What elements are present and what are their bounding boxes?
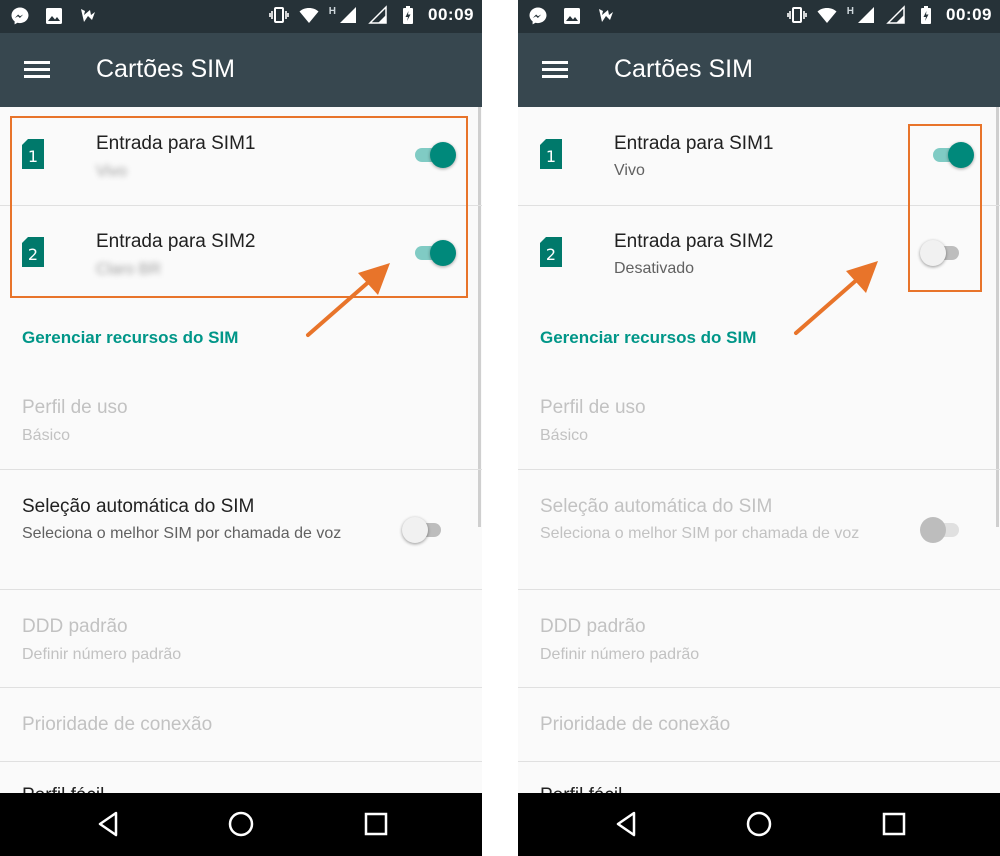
sim1-toggle[interactable] [930, 140, 978, 170]
clock: 00:09 [428, 5, 474, 24]
network-type-label: H [328, 5, 337, 17]
app-bar: Cartões SIM [0, 33, 482, 107]
sim2-row[interactable]: 2 Entrada para SIM2 Desativado [518, 205, 1000, 303]
auto-select-subtitle: Seleciona o melhor SIM por chamada de vo… [22, 525, 342, 542]
default-ddd-title: DDD padrão [540, 616, 646, 637]
status-bar: H 00:09 [0, 0, 482, 33]
sim2-title: Entrada para SIM2 [96, 231, 256, 252]
recents-icon[interactable] [361, 809, 391, 839]
home-icon[interactable] [744, 809, 774, 839]
sim-card-icon: 1 [540, 139, 562, 169]
navigation-bar [518, 793, 1000, 856]
app-bar: Cartões SIM [518, 33, 1000, 107]
usage-profile-title: Perfil de uso [22, 397, 128, 418]
image-icon [562, 6, 582, 26]
usage-profile-subtitle: Básico [540, 427, 589, 444]
divider [518, 761, 1000, 762]
svg-text:1: 1 [546, 147, 556, 166]
usage-profile-title: Perfil de uso [540, 397, 646, 418]
wifi-icon [299, 5, 319, 25]
sim1-title: Entrada para SIM1 [96, 133, 256, 154]
network-type-label: H [846, 5, 855, 17]
sim2-row[interactable]: 2 Entrada para SIM2 Claro BR [0, 205, 482, 303]
battery-icon [916, 5, 936, 25]
sim-card-icon: 1 [22, 139, 44, 169]
default-ddd-subtitle: Definir número padrão [540, 646, 700, 663]
svg-text:1: 1 [28, 147, 38, 166]
settings-list: 1 Entrada para SIM1 Vivo 2 Entrada para … [0, 107, 482, 806]
sim1-carrier: Vivo [96, 163, 127, 180]
menu-icon[interactable] [542, 57, 570, 81]
back-icon[interactable] [612, 809, 642, 839]
svg-text:2: 2 [28, 245, 38, 264]
sim-card-icon: 2 [540, 237, 562, 267]
page-title: Cartões SIM [96, 55, 235, 83]
manage-sim-resources-link[interactable]: Gerenciar recursos do SIM [22, 328, 238, 348]
clock: 00:09 [946, 5, 992, 24]
connection-priority-title: Prioridade de conexão [540, 714, 731, 735]
divider [0, 687, 482, 688]
vibrate-icon [786, 5, 807, 25]
sim1-toggle[interactable] [412, 140, 460, 170]
sim2-status: Desativado [614, 260, 695, 277]
signal-icon [338, 5, 358, 25]
svg-text:2: 2 [546, 245, 556, 264]
navigation-bar [0, 793, 482, 856]
phone-screen-left: H 00:09 Cartões SIM 1 Entrada para SIM1 [0, 0, 482, 856]
sim2-title: Entrada para SIM2 [614, 231, 774, 252]
connection-priority-title: Prioridade de conexão [22, 714, 213, 735]
signal-icon [856, 5, 876, 25]
sim1-row[interactable]: 1 Entrada para SIM1 Vivo [518, 107, 1000, 205]
phone-screen-right: H 00:09 Cartões SIM 1 Entrada para SIM1 [518, 0, 1000, 856]
auto-select-toggle[interactable] [402, 515, 450, 545]
divider [0, 761, 482, 762]
sim2-toggle[interactable] [920, 238, 968, 268]
status-bar: H 00:09 [518, 0, 1000, 33]
sim1-carrier: Vivo [614, 162, 645, 179]
notification-icon [596, 6, 616, 26]
auto-select-subtitle: Seleciona o melhor SIM por chamada de vo… [540, 525, 860, 542]
auto-select-title[interactable]: Seleção automática do SIM [22, 496, 254, 518]
auto-select-toggle [920, 515, 968, 545]
menu-icon[interactable] [24, 57, 52, 81]
signal-icon [886, 5, 906, 25]
battery-icon [398, 5, 418, 25]
messenger-icon [528, 6, 548, 26]
sim2-toggle[interactable] [412, 238, 460, 268]
sim-card-icon: 2 [22, 237, 44, 267]
sim2-carrier: Claro BR [96, 261, 161, 278]
vibrate-icon [268, 5, 289, 25]
default-ddd-subtitle: Definir número padrão [22, 646, 182, 663]
divider [0, 469, 482, 470]
image-icon [44, 6, 64, 26]
wifi-icon [817, 5, 837, 25]
divider [518, 469, 1000, 470]
settings-list: 1 Entrada para SIM1 Vivo 2 Entrada para … [518, 107, 1000, 806]
home-icon[interactable] [226, 809, 256, 839]
sim1-title: Entrada para SIM1 [614, 133, 774, 154]
sim1-row[interactable]: 1 Entrada para SIM1 Vivo [0, 107, 482, 205]
recents-icon[interactable] [879, 809, 909, 839]
page-title: Cartões SIM [614, 55, 753, 83]
divider [518, 687, 1000, 688]
divider [518, 589, 1000, 590]
signal-icon [368, 5, 388, 25]
auto-select-title: Seleção automática do SIM [540, 496, 773, 517]
back-icon[interactable] [94, 809, 124, 839]
manage-sim-resources-link[interactable]: Gerenciar recursos do SIM [540, 328, 756, 348]
messenger-icon [10, 6, 30, 26]
default-ddd-title: DDD padrão [22, 616, 128, 637]
notification-icon [78, 6, 98, 26]
divider [0, 589, 482, 590]
usage-profile-subtitle: Básico [22, 427, 71, 444]
